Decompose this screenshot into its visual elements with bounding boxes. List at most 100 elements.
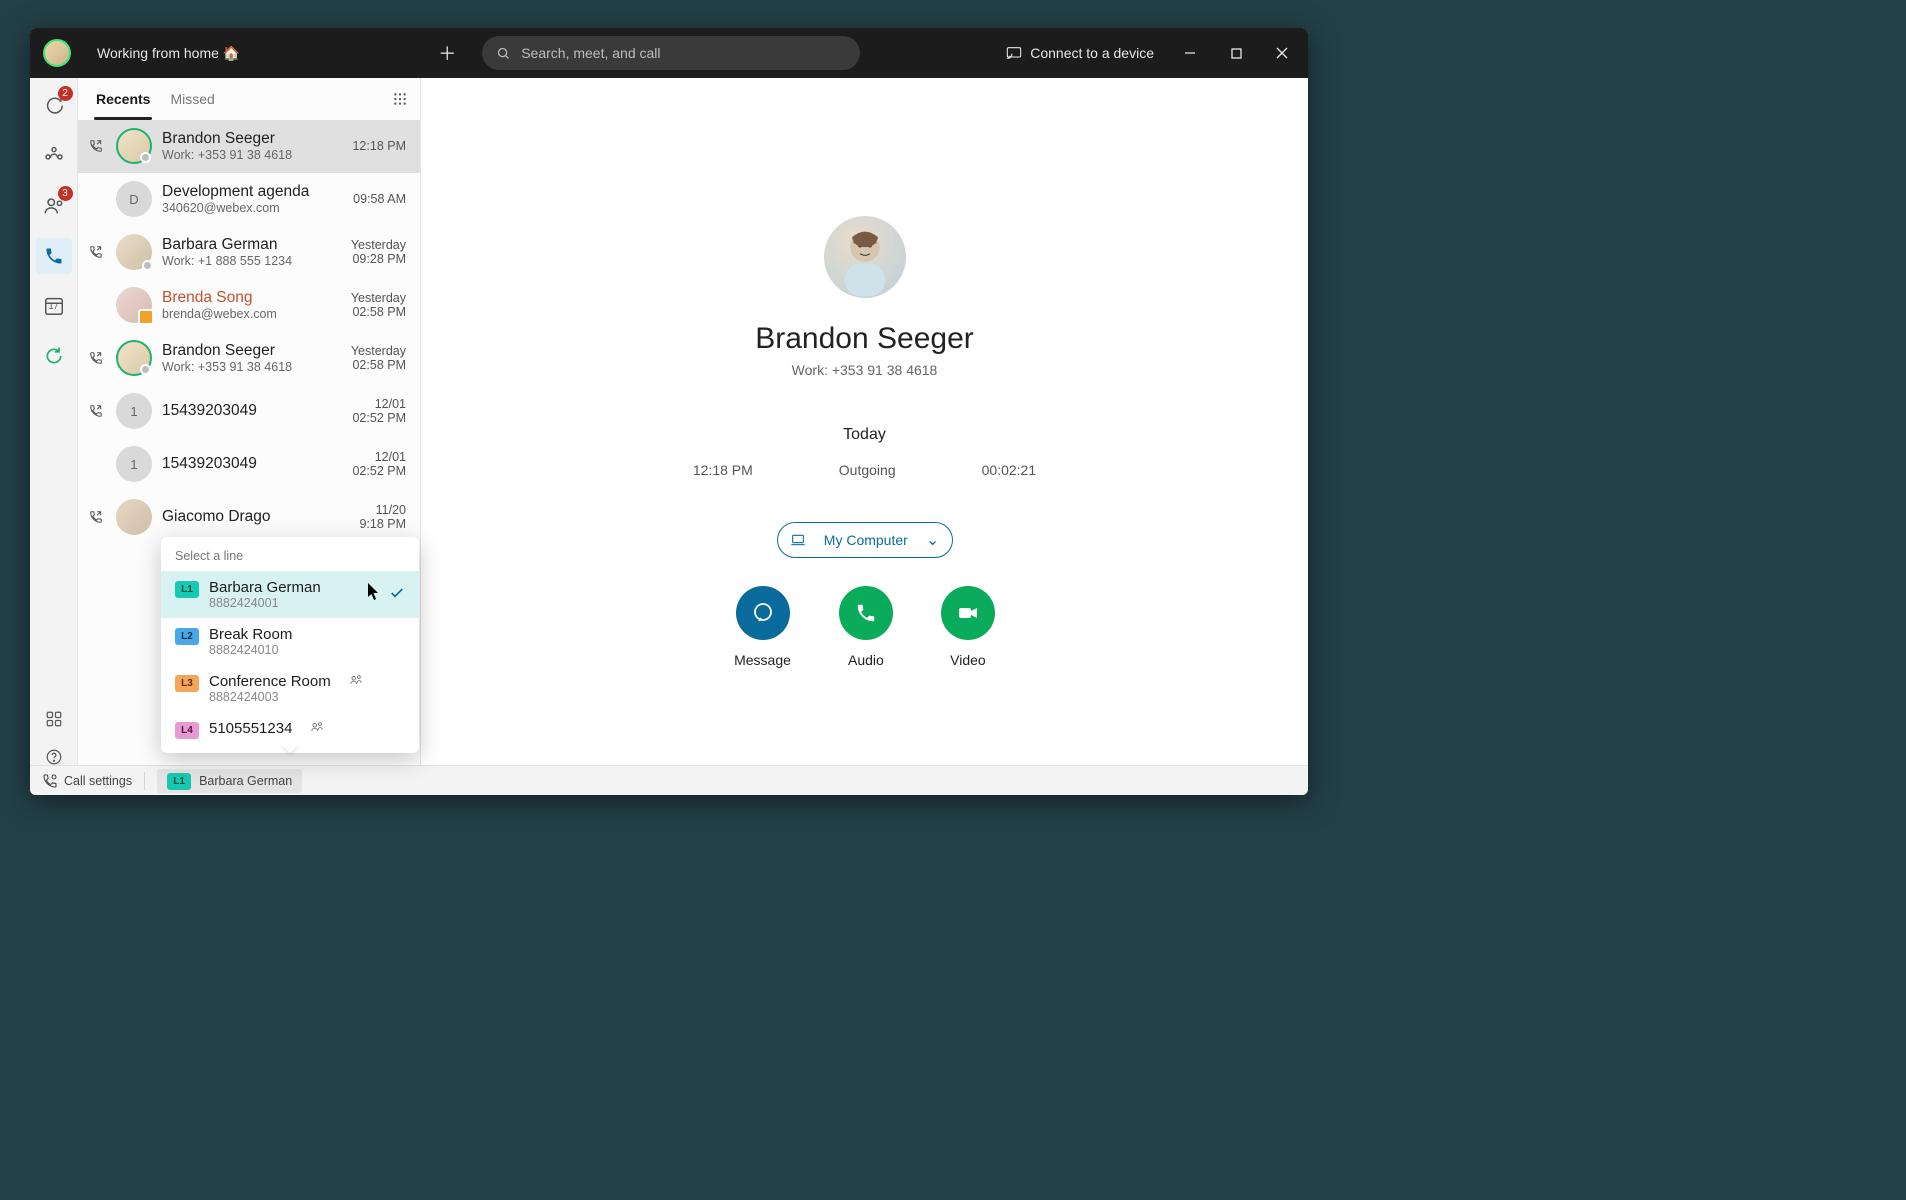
connect-device-label: Connect to a device — [1030, 45, 1154, 61]
line-number: 8882424001 — [209, 596, 321, 610]
recents-time: Yesterday02:58 PM — [342, 291, 406, 319]
line-option[interactable]: L3 Conference Room8882424003 — [161, 665, 419, 712]
line-number: 8882424003 — [209, 690, 331, 704]
recents-sub: Work: +1 888 555 1234 — [162, 254, 342, 268]
teams-icon — [43, 145, 65, 167]
nav-calendar[interactable]: 17 — [36, 288, 72, 324]
line-option[interactable]: L45105551234 — [161, 712, 419, 747]
line-name: Conference Room — [209, 673, 331, 690]
call-settings-label: Call settings — [64, 774, 132, 788]
call-duration: 00:02:21 — [982, 462, 1037, 478]
message-label: Message — [734, 652, 791, 668]
nav-contacts[interactable]: 3 — [36, 188, 72, 224]
recents-name: 15439203049 — [162, 402, 342, 420]
outgoing-call-icon — [86, 139, 106, 153]
tab-recents[interactable]: Recents — [96, 78, 150, 120]
contact-actions: Message Audio Video — [734, 586, 995, 668]
contact-number: Work: +353 91 38 4618 — [792, 362, 938, 378]
recents-name: Brandon Seeger — [162, 130, 342, 148]
contact-avatar — [116, 287, 152, 323]
device-selector[interactable]: My Computer ⌄ — [777, 522, 953, 558]
recents-name: Brandon Seeger — [162, 342, 342, 360]
cast-icon — [1006, 46, 1022, 60]
nav-teams[interactable] — [36, 138, 72, 174]
presence-status[interactable]: Working from home 🏠 — [97, 45, 240, 62]
window-close-button[interactable] — [1262, 28, 1302, 78]
outgoing-call-icon — [86, 404, 106, 418]
recents-time: 12/0102:52 PM — [342, 397, 406, 425]
nav-apps[interactable] — [36, 701, 72, 737]
audio-call-button[interactable]: Audio — [839, 586, 893, 668]
recents-row[interactable]: Brandon SeegerWork: +353 91 38 4618Yeste… — [78, 332, 420, 385]
line-name: Break Room — [209, 626, 292, 643]
recents-name: Giacomo Drago — [162, 508, 342, 526]
recents-sub: 340620@webex.com — [162, 201, 342, 215]
recents-row[interactable]: Brandon SeegerWork: +353 91 38 461812:18… — [78, 120, 420, 173]
line-badge: L3 — [175, 675, 199, 692]
recents-time: Yesterday09:28 PM — [342, 238, 406, 266]
messaging-badge: 2 — [58, 86, 73, 101]
call-history-heading: Today — [843, 426, 886, 444]
call-settings-button[interactable]: Call settings — [42, 773, 132, 789]
video-call-button[interactable]: Video — [941, 586, 995, 668]
chevron-down-icon: ⌄ — [926, 530, 939, 550]
apps-icon — [45, 710, 63, 728]
message-button[interactable]: Message — [734, 586, 791, 668]
line-name: 5105551234 — [209, 720, 292, 737]
recents-row[interactable]: Brenda Songbrenda@webex.comYesterday02:5… — [78, 279, 420, 332]
laptop-icon — [790, 533, 806, 547]
settings-phone-icon — [42, 773, 58, 789]
window-minimize-button[interactable] — [1170, 28, 1210, 78]
video-icon — [956, 601, 980, 625]
search-input[interactable]: Search, meet, and call — [482, 36, 860, 70]
message-icon — [751, 601, 775, 625]
check-icon — [389, 585, 405, 606]
contact-avatar — [116, 340, 152, 376]
user-avatar[interactable] — [43, 39, 71, 67]
recents-name: Brenda Song — [162, 289, 342, 307]
line-option[interactable]: L1Barbara German8882424001 — [161, 571, 419, 618]
dialpad-button[interactable] — [388, 87, 412, 111]
contact-avatar: 1 — [116, 393, 152, 429]
recents-time: 09:58 AM — [342, 192, 406, 206]
window-maximize-button[interactable] — [1216, 28, 1256, 78]
nav-refresh[interactable] — [36, 338, 72, 374]
recents-sub: Work: +353 91 38 4618 — [162, 148, 342, 162]
calendar-day: 17 — [48, 301, 58, 311]
recents-row[interactable]: Barbara GermanWork: +1 888 555 1234Yeste… — [78, 226, 420, 279]
recents-row[interactable]: DDevelopment agenda340620@webex.com09:58… — [78, 173, 420, 226]
line-badge: L2 — [175, 628, 199, 645]
video-label: Video — [950, 652, 986, 668]
new-action-button[interactable]: ＋ — [432, 40, 462, 66]
recents-row[interactable]: 1 1543920304912/0102:52 PM — [78, 385, 420, 438]
contact-avatar — [116, 499, 152, 535]
phone-icon — [44, 246, 64, 266]
contacts-badge: 3 — [58, 186, 73, 201]
nav-messaging[interactable]: 2 — [36, 88, 72, 124]
current-line-button[interactable]: L1 Barbara German — [157, 769, 302, 793]
help-icon — [45, 748, 63, 766]
call-direction: Outgoing — [839, 462, 896, 478]
contact-avatar: D — [116, 181, 152, 217]
recents-name: 15439203049 — [162, 455, 342, 473]
shared-line-icon — [349, 673, 363, 692]
connect-device-button[interactable]: Connect to a device — [996, 45, 1164, 61]
outgoing-call-icon — [86, 245, 106, 259]
recents-time: 11/209:18 PM — [342, 503, 406, 531]
contact-avatar — [824, 216, 906, 298]
recents-sub: Work: +353 91 38 4618 — [162, 360, 342, 374]
recents-row[interactable]: 11543920304912/0102:52 PM — [78, 438, 420, 491]
nav-calling[interactable] — [36, 238, 72, 274]
line-option[interactable]: L2Break Room8882424010 — [161, 618, 419, 665]
refresh-icon — [44, 346, 64, 366]
contact-avatar: 1 — [116, 446, 152, 482]
recents-time: 12:18 PM — [342, 139, 406, 153]
contact-avatar — [116, 128, 152, 164]
status-bar: Call settings L1 Barbara German — [30, 765, 1308, 795]
detail-panel: Brandon Seeger Work: +353 91 38 4618 Tod… — [421, 78, 1308, 795]
current-line-name: Barbara German — [199, 774, 292, 788]
search-icon — [496, 46, 511, 61]
tab-missed[interactable]: Missed — [170, 78, 214, 120]
popup-title: Select a line — [161, 547, 419, 571]
navigation-rail: 2 3 17 — [30, 78, 78, 795]
